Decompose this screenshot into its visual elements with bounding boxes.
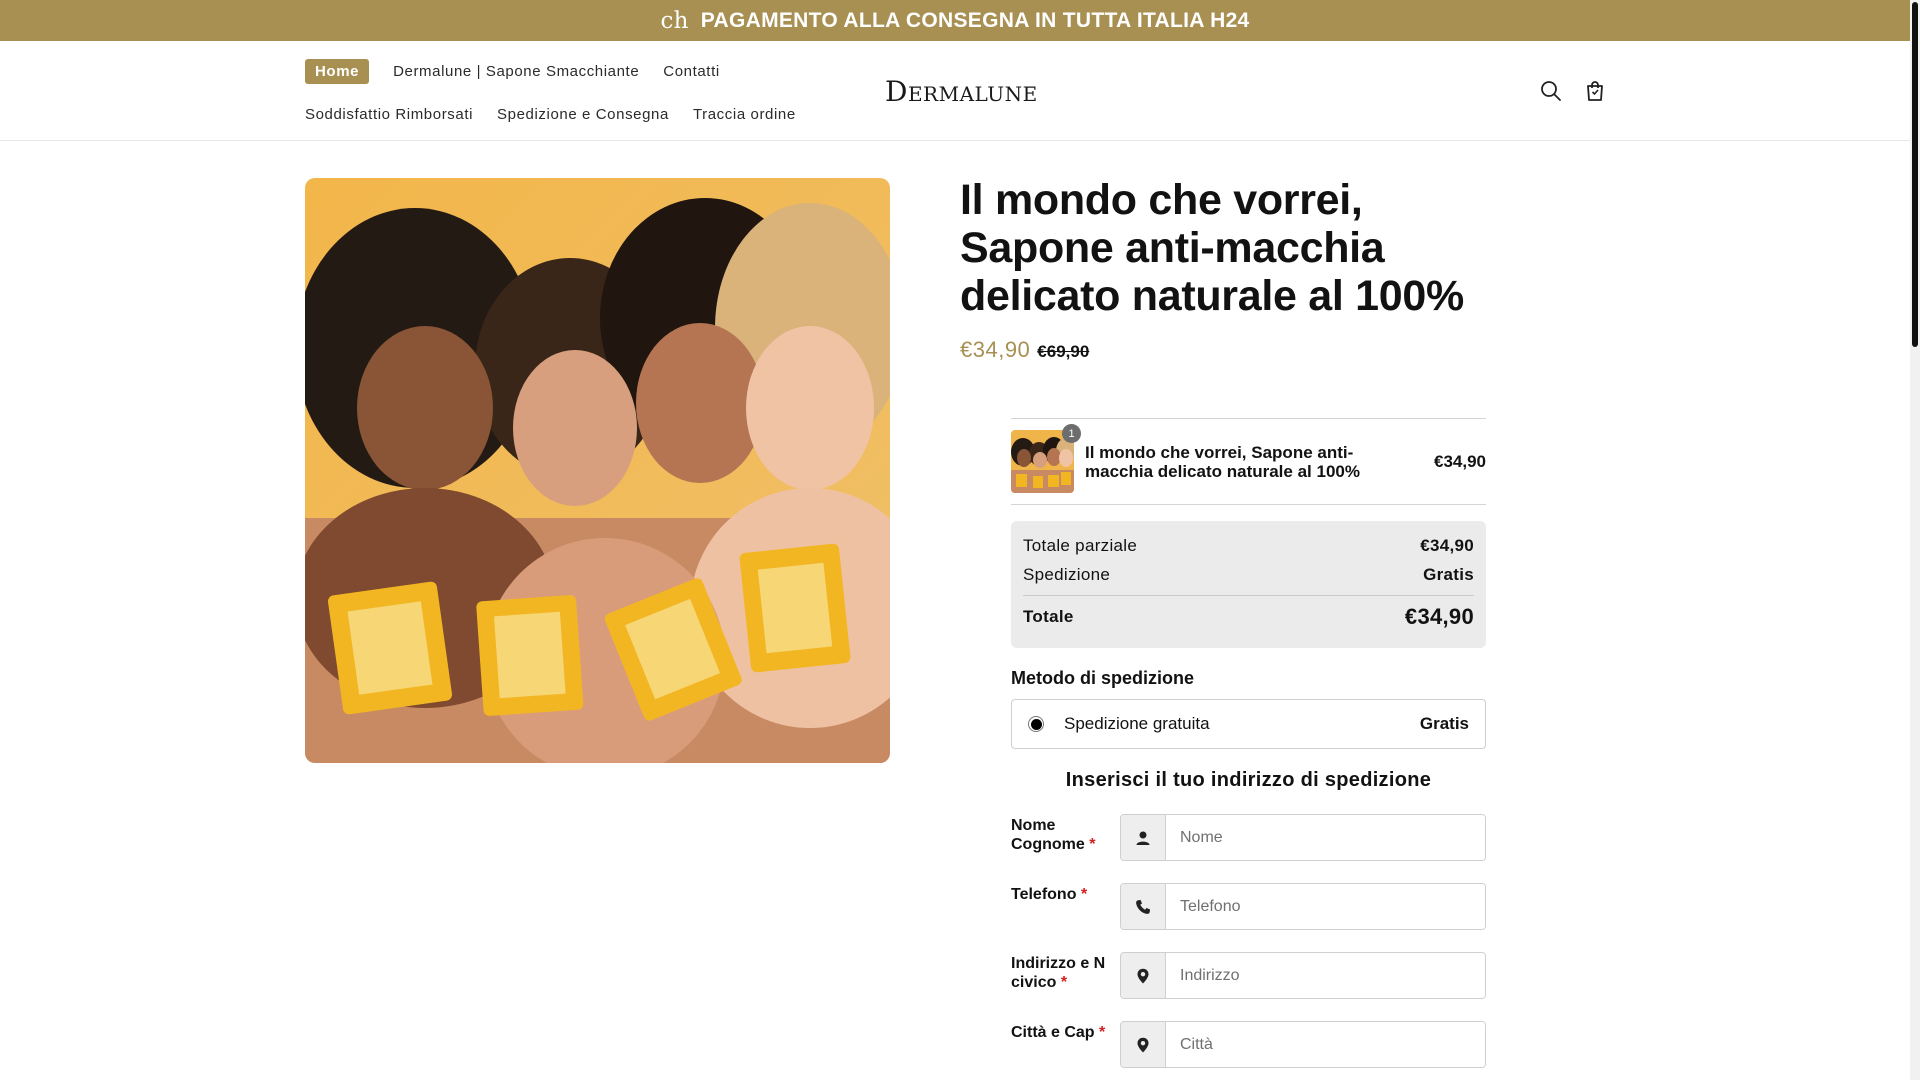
user-icon <box>1121 815 1166 860</box>
cart-icon[interactable] <box>1583 79 1607 103</box>
name-label-text: Nome Cognome <box>1011 817 1085 853</box>
order-form: 1 Il mondo che vorrei, Sapone anti-macch… <box>1011 418 1486 1068</box>
address-input-group <box>1120 952 1486 999</box>
divider <box>1011 504 1486 505</box>
compare-price: €69,90 <box>1037 342 1090 361</box>
city-label: Città e Cap * <box>1011 1021 1120 1068</box>
location-pin-icon <box>1121 1022 1166 1067</box>
city-input-group <box>1120 1021 1486 1068</box>
product-price: €34,90 €69,90 <box>960 337 1089 363</box>
total-label: Totale <box>1023 607 1074 626</box>
address-heading: Inserisci il tuo indirizzo di spedizione <box>1065 769 1432 791</box>
nav-link-sapone[interactable]: Dermalune | Sapone Smacchiante <box>393 63 639 80</box>
announcement-prefix: ch <box>660 7 689 34</box>
nav-link-traccia[interactable]: Traccia ordine <box>693 106 796 123</box>
nav-link-home[interactable]: Home <box>305 58 370 84</box>
cart-line-item: 1 Il mondo che vorrei, Sapone anti-macch… <box>1011 419 1486 504</box>
line-item-price: €34,90 <box>1434 451 1486 471</box>
nav-row-1: Home Dermalune | Sapone Smacchiante Cont… <box>305 58 865 84</box>
logo-rest: ERMALUNE <box>907 82 1038 106</box>
site-header: Home Dermalune | Sapone Smacchiante Cont… <box>0 41 1910 141</box>
line-item-thumbnail: 1 <box>1011 424 1081 493</box>
shipping-row: Spedizione Gratis <box>1023 560 1474 589</box>
location-pin-icon <box>1121 953 1166 998</box>
address-input[interactable] <box>1166 953 1485 998</box>
required-mark: * <box>1099 1024 1106 1041</box>
shipping-method-heading: Metodo di spedizione <box>1011 668 1194 688</box>
nav-link-rimborsati[interactable]: Soddisfattio Rimborsati <box>305 106 473 123</box>
phone-field: Telefono * <box>1011 883 1486 930</box>
nav-row-2: Soddisfattio Rimborsati Spedizione e Con… <box>305 101 865 127</box>
subtotal-value: €34,90 <box>1420 535 1474 555</box>
phone-label-text: Telefono <box>1011 886 1077 903</box>
address-label-text: Indirizzo e N civico <box>1011 955 1106 991</box>
total-row: Totale €34,90 <box>1023 596 1474 638</box>
product-image[interactable] <box>305 178 890 763</box>
city-label-text: Città e Cap <box>1011 1024 1095 1041</box>
city-field: Città e Cap * <box>1011 1021 1486 1068</box>
announcement-text: PAGAMENTO ALLA CONSEGNA IN TUTTA ITALIA … <box>700 8 1250 32</box>
sale-price: €34,90 <box>960 337 1031 362</box>
site-logo[interactable]: DERMALUNE <box>885 75 1038 108</box>
name-label: Nome Cognome * <box>1011 814 1120 861</box>
search-icon[interactable] <box>1539 79 1563 103</box>
main-nav: Home Dermalune | Sapone Smacchiante Cont… <box>305 58 865 144</box>
logo-initial: D <box>885 75 908 108</box>
phone-icon <box>1121 884 1166 929</box>
order-summary: Totale parziale €34,90 Spedizione Gratis… <box>1011 521 1486 648</box>
shipping-value: Gratis <box>1423 564 1474 584</box>
name-field: Nome Cognome * <box>1011 814 1486 861</box>
shipping-option[interactable]: Spedizione gratuita Gratis <box>1011 699 1486 749</box>
required-mark: * <box>1089 836 1096 853</box>
address-label: Indirizzo e N civico * <box>1011 952 1120 999</box>
shipping-radio[interactable] <box>1028 716 1044 732</box>
phone-label: Telefono * <box>1011 883 1120 930</box>
shipping-option-label: Spedizione gratuita <box>1064 714 1210 733</box>
product-title: Il mondo che vorrei, Sapone anti-macchia… <box>960 176 1464 320</box>
name-input-group <box>1120 814 1486 861</box>
total-value: €34,90 <box>1404 604 1474 629</box>
required-mark: * <box>1080 886 1088 903</box>
subtotal-label: Totale parziale <box>1023 535 1138 555</box>
city-input[interactable] <box>1166 1022 1485 1067</box>
required-mark: * <box>1060 974 1068 991</box>
name-input[interactable] <box>1166 815 1485 860</box>
announcement-bar: ch PAGAMENTO ALLA CONSEGNA IN TUTTA ITAL… <box>0 0 1910 41</box>
shipping-option-price: Gratis <box>1419 714 1469 733</box>
phone-input[interactable] <box>1166 884 1485 929</box>
subtotal-row: Totale parziale €34,90 <box>1023 531 1474 560</box>
shipping-label: Spedizione <box>1023 564 1111 584</box>
nav-link-contatti[interactable]: Contatti <box>663 63 720 80</box>
address-field: Indirizzo e N civico * <box>1011 952 1486 999</box>
nav-link-spedizione[interactable]: Spedizione e Consegna <box>497 106 669 123</box>
quantity-badge: 1 <box>1062 424 1081 443</box>
scrollbar-thumb[interactable] <box>1912 2 1918 347</box>
line-item-name: Il mondo che vorrei, Sapone anti-macchia… <box>1085 442 1360 481</box>
phone-input-group <box>1120 883 1486 930</box>
